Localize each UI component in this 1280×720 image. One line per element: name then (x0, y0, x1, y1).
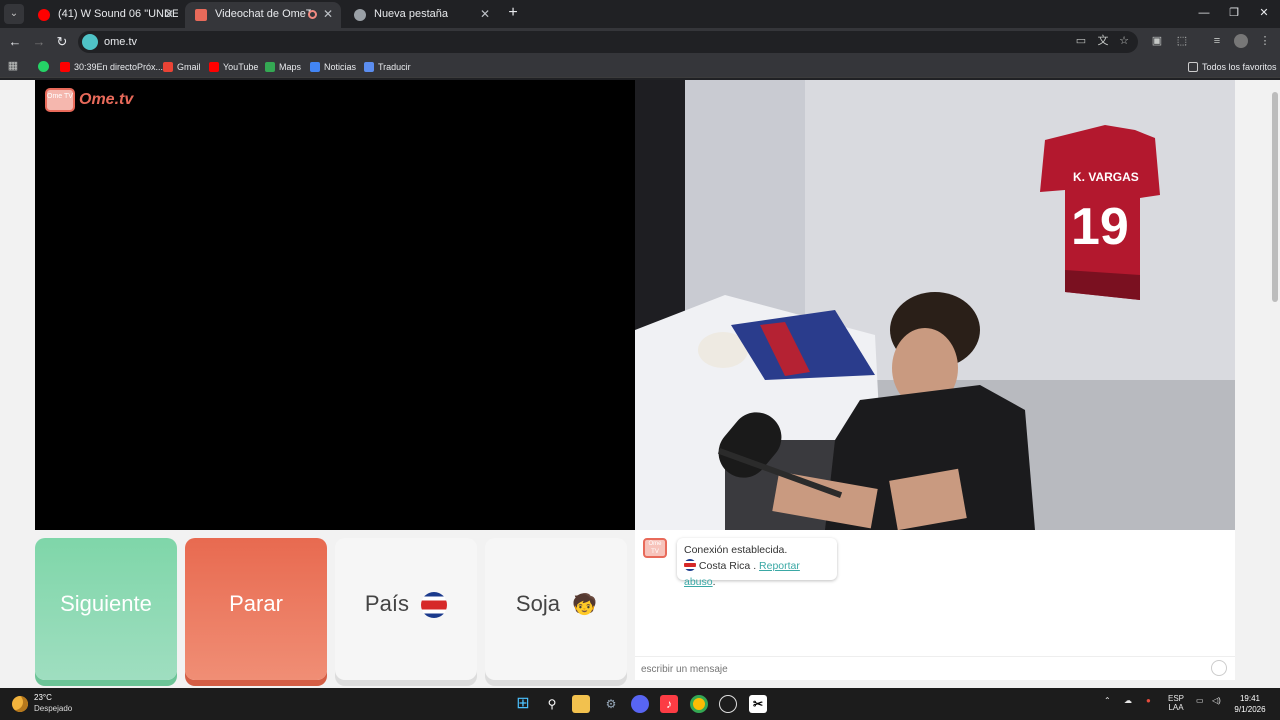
clock[interactable]: 19:41 9/1/2026 (1230, 693, 1270, 715)
app-icon[interactable] (719, 695, 737, 713)
tv-logo-icon: Ome TV (45, 88, 75, 112)
reload-button[interactable]: ↻ (53, 33, 71, 51)
tab-bar: ⌄ (41) W Sound 06 "UNDERCROWN" ✕ Videoch… (0, 0, 1280, 28)
youtube-icon (38, 9, 50, 21)
install-app-icon[interactable]: ▭ (1074, 34, 1088, 48)
windows-taskbar: 23°C Despejado ⊞ ⚲ ⚙ ♪ ✂ ⌃ ☁ ● ESP LAA ▭… (0, 688, 1280, 720)
close-icon[interactable]: ✕ (164, 2, 174, 26)
mic-icon[interactable]: ● (1146, 696, 1151, 705)
translate-icon (364, 62, 374, 72)
back-button[interactable]: ← (6, 33, 24, 51)
bookmark-whatsapp[interactable] (38, 59, 49, 75)
media-icon[interactable]: ≡ (1210, 34, 1224, 48)
tab-youtube[interactable]: (41) W Sound 06 "UNDERCROWN" ✕ (28, 2, 182, 28)
stop-button[interactable]: Parar (185, 538, 327, 680)
bookmark-maps[interactable]: Maps (265, 59, 301, 75)
capcut-icon[interactable]: ✂ (749, 695, 767, 713)
close-window-button[interactable]: ✕ (1254, 4, 1274, 22)
puzzle-icon[interactable]: ⬚ (1175, 34, 1189, 48)
country-text: Costa Rica . (698, 560, 757, 572)
extension-icon[interactable]: ▣ (1150, 34, 1164, 48)
browser-chrome: ⌄ (41) W Sound 06 "UNDERCROWN" ✕ Videoch… (0, 0, 1280, 80)
translate-icon[interactable]: 文 (1096, 34, 1110, 48)
bookmark-star-icon[interactable]: ☆ (1117, 34, 1131, 48)
language-indicator[interactable]: ESP LAA (1168, 694, 1184, 712)
ometv-icon (195, 9, 207, 21)
moon-icon (12, 696, 28, 712)
connection-message: Conexión establecida. Costa Rica . Repor… (677, 538, 837, 588)
message-input[interactable] (641, 660, 1201, 678)
emoji-icon[interactable] (1211, 660, 1227, 676)
maps-icon (265, 62, 275, 72)
gmail-icon (163, 62, 173, 72)
boy-face-icon: 🧒 (572, 594, 597, 617)
next-button[interactable]: Siguiente (35, 538, 177, 680)
search-icon[interactable]: ⚲ (543, 695, 561, 713)
ometv-logo[interactable]: Ome TV Ome.tv (45, 86, 140, 116)
page-scrollbar[interactable] (1270, 80, 1280, 688)
status-text: Conexión establecida. (684, 544, 788, 556)
address-bar[interactable]: ome.tv (78, 31, 1138, 53)
forward-button[interactable]: → (30, 33, 48, 51)
maximize-button[interactable]: ❐ (1224, 4, 1244, 22)
country-button[interactable]: País (335, 538, 477, 680)
file-explorer-icon[interactable] (572, 695, 590, 713)
tab-search-button[interactable]: ⌄ (4, 4, 24, 24)
windows-start-icon[interactable]: ⊞ (514, 695, 532, 713)
bookmark-translate[interactable]: Traducir (364, 59, 411, 75)
whatsapp-icon (38, 61, 49, 72)
close-icon[interactable]: ✕ (480, 2, 490, 26)
jersey-number: 19 (1071, 198, 1129, 256)
bookmarks-bar: ▦ 30:39En directoPróx... Gmail YouTube M… (0, 56, 1280, 78)
scrollbar-thumb[interactable] (1272, 92, 1278, 302)
remote-video-frame: K. VARGAS 19 (635, 80, 1235, 530)
onedrive-icon[interactable]: ☁ (1124, 696, 1132, 705)
chevron-up-icon[interactable]: ⌃ (1104, 696, 1111, 705)
weather-widget[interactable]: 23°C Despejado (12, 692, 92, 716)
apps-grid-icon[interactable]: ▦ (6, 59, 20, 73)
discord-icon[interactable] (631, 695, 649, 713)
gender-button[interactable]: Soja 🧒 (485, 538, 627, 680)
all-bookmarks[interactable]: Todos los favoritos (1188, 59, 1277, 75)
settings-gear-icon[interactable]: ⚙ (602, 695, 620, 713)
youtube-icon (60, 62, 70, 72)
ometv-avatar-icon: Ome TV (643, 538, 667, 558)
chat-panel: Ome TV Conexión establecida. Costa Rica … (635, 530, 1235, 680)
profile-avatar[interactable] (1234, 34, 1248, 48)
costa-rica-flag-icon (421, 592, 448, 619)
chrome-icon (354, 9, 366, 21)
bookmark-live[interactable]: 30:39En directoPróx... (60, 59, 163, 75)
bookmark-news[interactable]: Noticias (310, 59, 356, 75)
close-icon[interactable]: ✕ (323, 2, 333, 26)
tab-new-tab[interactable]: Nueva pestaña ✕ (344, 2, 498, 28)
music-icon[interactable]: ♪ (660, 695, 678, 713)
bookmark-youtube[interactable]: YouTube (209, 59, 258, 75)
message-bar (635, 656, 1235, 680)
remote-video: K. VARGAS 19 (635, 80, 1235, 530)
new-tab-button[interactable]: + (505, 4, 521, 22)
site-info-icon[interactable] (82, 34, 98, 50)
volume-icon[interactable]: ◁) (1212, 696, 1221, 705)
folder-icon (1188, 62, 1198, 72)
recording-icon (308, 10, 317, 19)
minimize-button[interactable]: — (1194, 4, 1214, 22)
youtube-icon (209, 62, 219, 72)
jersey-name: K. VARGAS (1073, 170, 1139, 184)
network-icon[interactable]: ▭ (1196, 696, 1204, 705)
bookmark-gmail[interactable]: Gmail (163, 59, 201, 75)
menu-icon[interactable]: ⋮ (1258, 34, 1272, 48)
local-video: Ome TV Ome.tv (35, 80, 635, 530)
costa-rica-flag-icon (684, 559, 696, 571)
browser-toolbar: ← → ↻ ome.tv ▭ 文 ☆ ▣ ⬚ ≡ ⋮ (0, 28, 1280, 56)
tab-ometv[interactable]: Videochat de OmeTV: una alternativa ✕ (185, 2, 341, 28)
news-icon (310, 62, 320, 72)
chrome-icon[interactable] (690, 695, 708, 713)
